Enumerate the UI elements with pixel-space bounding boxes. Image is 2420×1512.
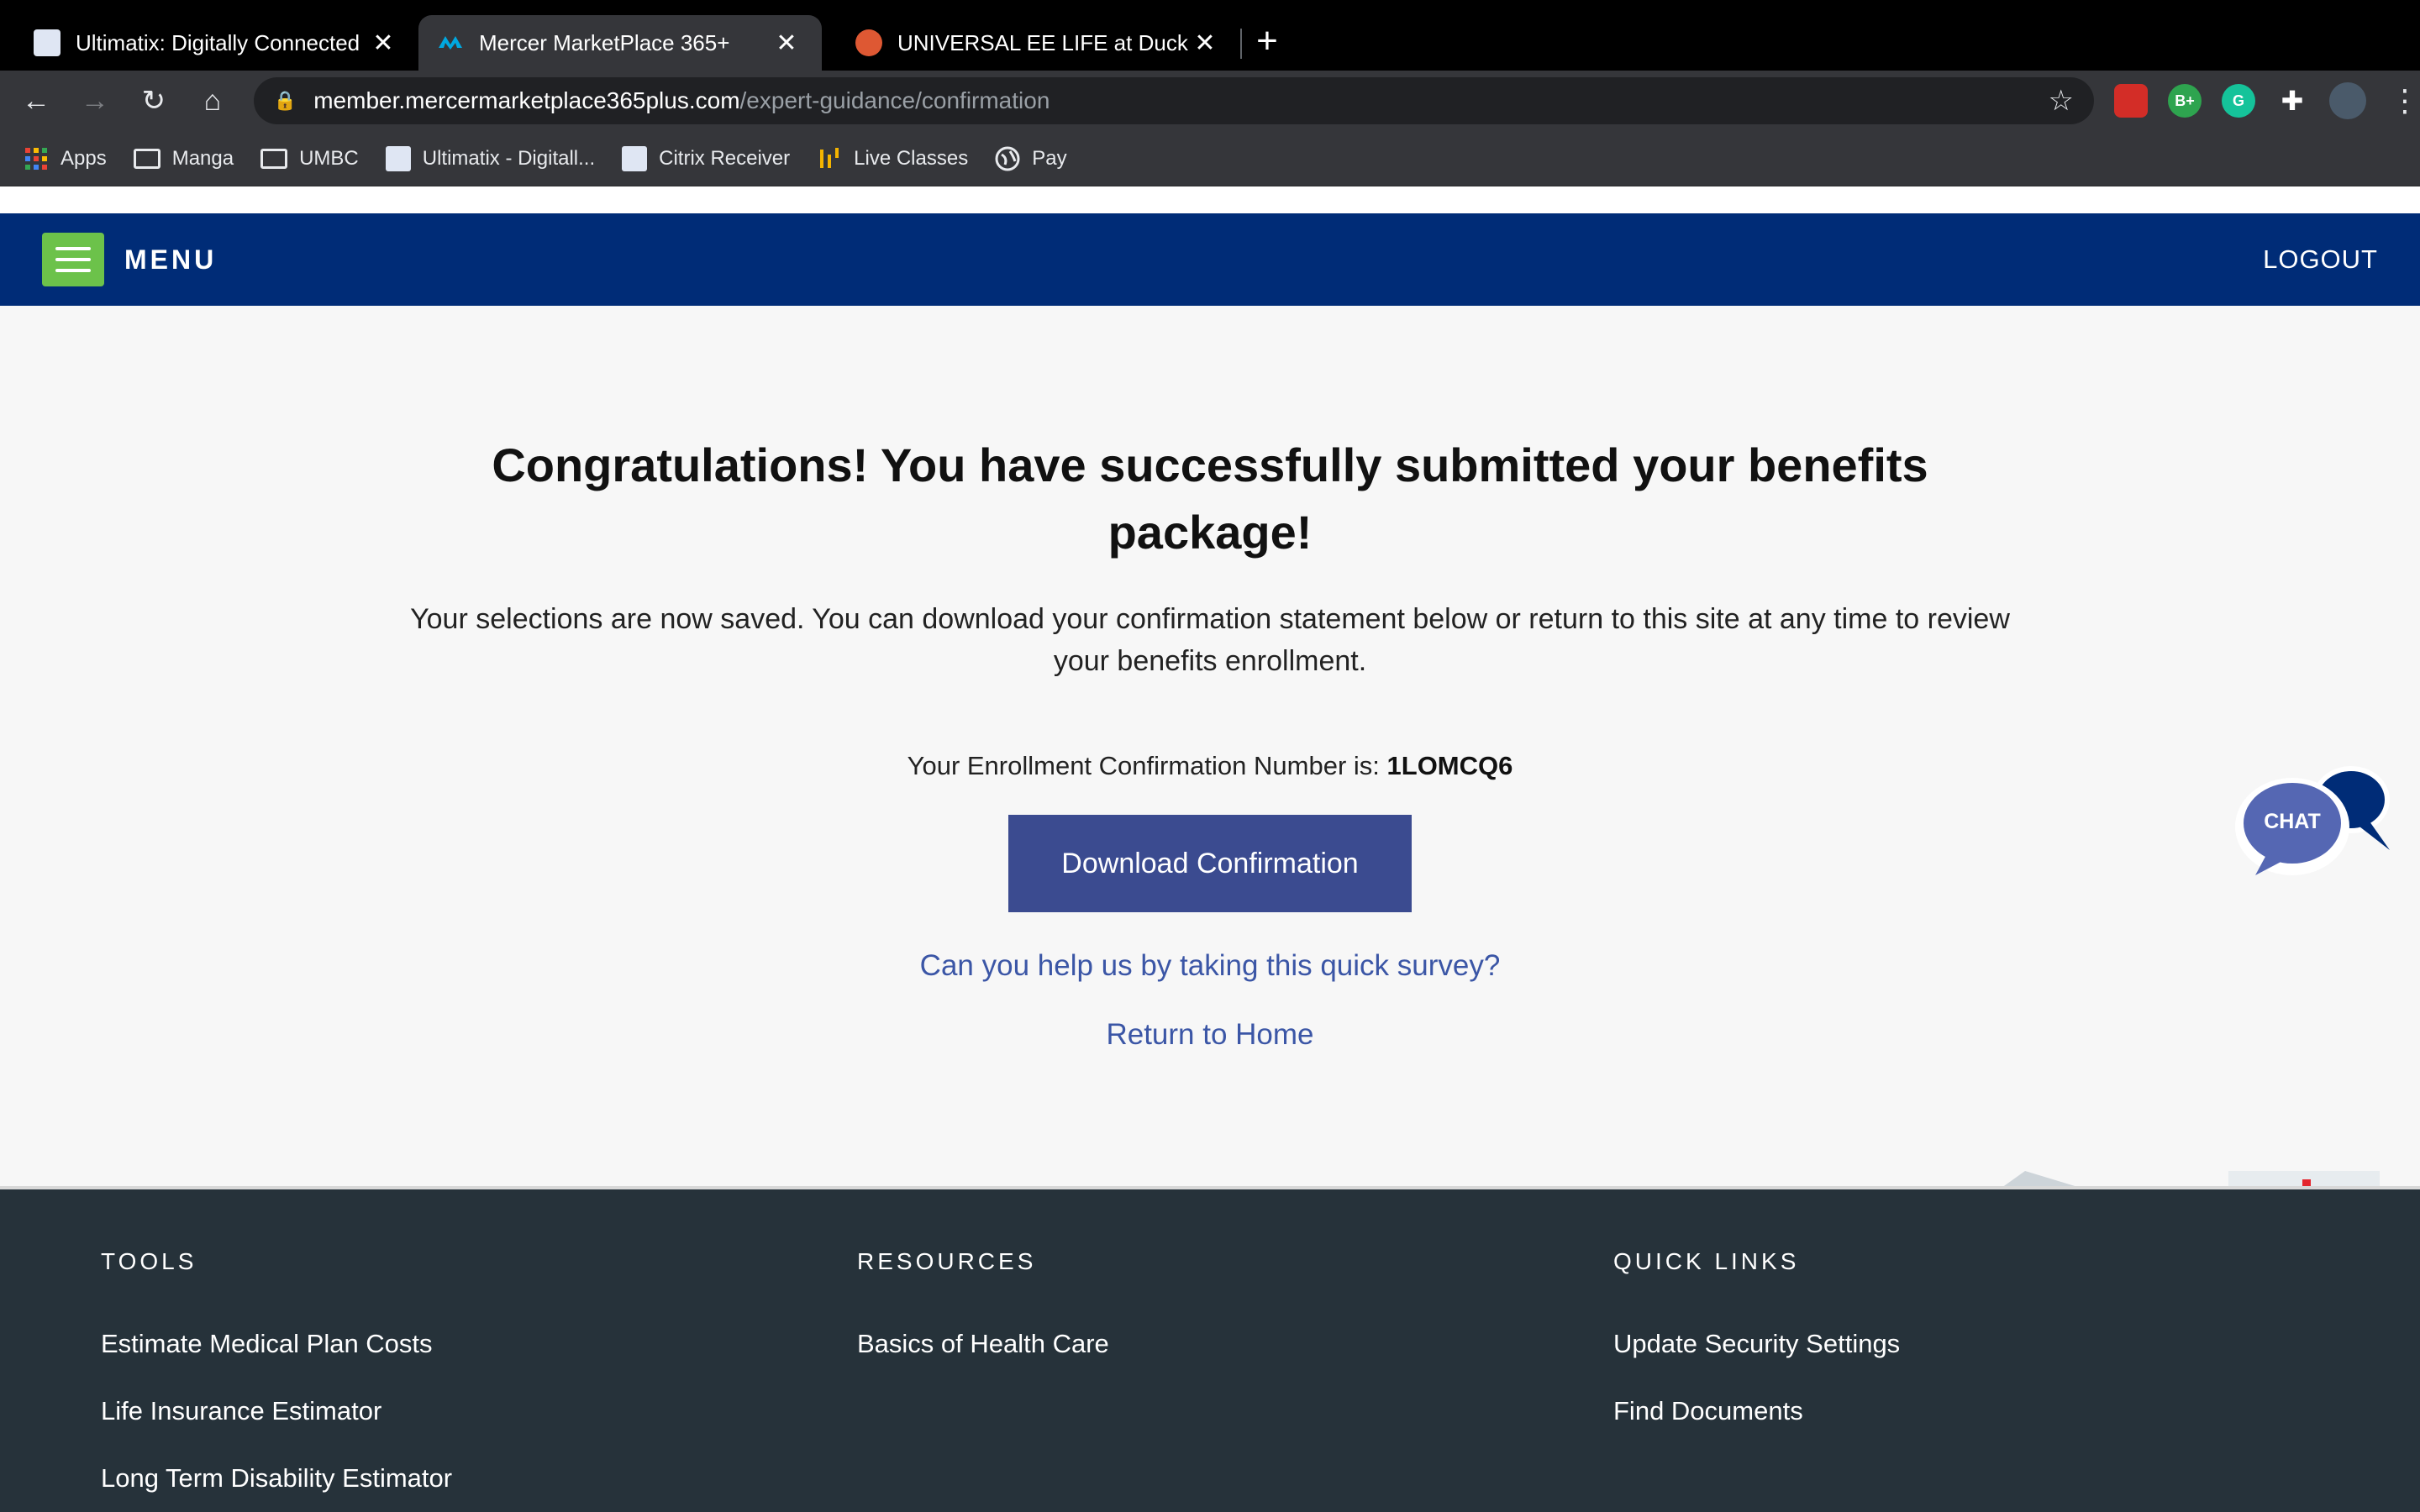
close-icon[interactable]: ✕ — [1188, 29, 1222, 58]
tab-duckduckgo[interactable]: UNIVERSAL EE LIFE at DuckDu ✕ — [837, 15, 1240, 71]
footer-heading: QUICK LINKS — [1613, 1248, 1800, 1274]
lock-icon: 🔒 — [273, 90, 297, 111]
folder-icon — [133, 148, 160, 169]
browser-toolbar: ← → ↻ ⌂ 🔒 member.mercermarketplace365plu… — [0, 71, 2420, 131]
confirmation-label: Your Enrollment Confirmation Number is: — [907, 751, 1380, 780]
close-icon[interactable]: ✕ — [366, 29, 400, 58]
footer-resources: RESOURCES Basics of Health Care — [857, 1248, 1109, 1396]
site-footer: TOOLS Estimate Medical Plan Costs Life I… — [0, 1186, 2420, 1512]
more-menu-icon[interactable]: ⋮ — [2390, 83, 2420, 118]
lastpass-extension-icon[interactable] — [2114, 84, 2148, 118]
duckduckgo-favicon-icon — [855, 29, 882, 56]
forward-arrow-icon[interactable]: → — [72, 78, 118, 123]
bookmarks-bar: Apps Manga UMBC Ultimatix - Digitall... … — [0, 131, 2420, 186]
footer-link-health-care-basics[interactable]: Basics of Health Care — [857, 1329, 1109, 1359]
bookmark-label: Citrix Receiver — [659, 146, 791, 170]
folder-icon — [260, 148, 288, 169]
return-home-link[interactable]: Return to Home — [0, 1018, 2420, 1052]
footer-tools: TOOLS Estimate Medical Plan Costs Life I… — [101, 1248, 452, 1512]
footer-heading: RESOURCES — [857, 1248, 1037, 1274]
site-header: MENU LOGOUT — [0, 213, 2420, 306]
bookmark-label: Apps — [60, 146, 107, 170]
url-path: /expert-guidance/confirmation — [739, 87, 1050, 113]
mercer-favicon-icon — [437, 29, 464, 56]
tata-favicon-icon — [34, 29, 60, 56]
tata-favicon-icon — [385, 145, 411, 171]
bookmark-ultimatix[interactable]: Ultimatix - Digitall... — [385, 145, 596, 171]
bookmark-label: UMBC — [299, 146, 359, 170]
confirmation-number: 1LOMCQ6 — [1386, 751, 1513, 780]
footer-link-security-settings[interactable]: Update Security Settings — [1613, 1329, 1900, 1359]
footer-heading: TOOLS — [101, 1248, 197, 1274]
b-plus-extension-icon[interactable]: B+ — [2168, 84, 2202, 118]
footer-link-find-documents[interactable]: Find Documents — [1613, 1396, 1900, 1426]
browser-tab-bar: Ultimatix: Digitally Connected ✕ Mercer … — [0, 0, 2420, 71]
bookmark-citrix[interactable]: Citrix Receiver — [622, 145, 791, 171]
new-tab-plus-icon[interactable]: + — [1242, 20, 1292, 62]
tab-title: Ultimatix: Digitally Connected — [76, 29, 360, 55]
bookmark-apps[interactable]: Apps — [24, 146, 107, 171]
confirmation-number-line: Your Enrollment Confirmation Number is: … — [0, 751, 2420, 781]
footer-quick-links: QUICK LINKS Update Security Settings Fin… — [1613, 1248, 1900, 1463]
confirmation-main: Congratulations! You have successfully s… — [0, 306, 2420, 1492]
page-top-gap — [0, 186, 2420, 213]
footer-link-disability[interactable]: Long Term Disability Estimator — [101, 1463, 452, 1494]
apps-grid-icon — [24, 146, 49, 171]
reload-icon[interactable]: ↻ — [131, 78, 176, 123]
bookmark-pay[interactable]: Pay — [995, 146, 1067, 171]
grammarly-extension-icon[interactable]: G — [2222, 84, 2255, 118]
tab-ultimatix[interactable]: Ultimatix: Digitally Connected ✕ — [15, 15, 418, 71]
bookmark-label: Pay — [1032, 146, 1067, 170]
bookmark-label: Ultimatix - Digitall... — [422, 146, 596, 170]
live-classes-icon — [817, 146, 842, 171]
footer-link-life-insurance[interactable]: Life Insurance Estimator — [101, 1396, 452, 1426]
bookmark-label: Manga — [171, 146, 234, 170]
confirmation-description: Your selections are now saved. You can d… — [410, 603, 2010, 677]
hamburger-menu-icon[interactable] — [42, 233, 104, 286]
bookmark-star-icon[interactable]: ☆ — [2049, 84, 2074, 118]
address-bar[interactable]: 🔒 member.mercermarketplace365plus.com /e… — [253, 77, 2094, 124]
tab-mercer[interactable]: Mercer MarketPlace 365+ ✕ — [418, 15, 822, 71]
chat-widget[interactable]: CHAT — [2218, 759, 2395, 877]
bookmark-manga[interactable]: Manga — [133, 146, 234, 171]
home-icon[interactable]: ⌂ — [190, 78, 235, 123]
profile-avatar[interactable] — [2329, 82, 2366, 119]
survey-link[interactable]: Can you help us by taking this quick sur… — [0, 949, 2420, 983]
bookmark-label: Live Classes — [854, 146, 969, 170]
tab-title: Mercer MarketPlace 365+ — [479, 29, 730, 55]
bookmark-umbc[interactable]: UMBC — [260, 147, 359, 171]
close-icon[interactable]: ✕ — [770, 29, 803, 58]
menu-label[interactable]: MENU — [124, 244, 217, 276]
puzzle-extensions-icon[interactable]: ✚ — [2275, 84, 2309, 118]
globe-icon — [995, 146, 1020, 171]
footer-link-medical-costs[interactable]: Estimate Medical Plan Costs — [101, 1329, 452, 1359]
back-arrow-icon[interactable]: ← — [13, 78, 59, 123]
page-title: Congratulations! You have successfully s… — [492, 438, 1928, 559]
download-confirmation-button[interactable]: Download Confirmation — [1008, 815, 1412, 912]
url-host: member.mercermarketplace365plus.com — [313, 87, 740, 113]
logout-link[interactable]: LOGOUT — [2263, 244, 2378, 275]
chat-label: CHAT — [2264, 810, 2321, 833]
tab-title: UNIVERSAL EE LIFE at DuckDu — [897, 29, 1188, 55]
bookmark-live-classes[interactable]: Live Classes — [817, 146, 968, 171]
tata-favicon-icon — [622, 145, 648, 171]
